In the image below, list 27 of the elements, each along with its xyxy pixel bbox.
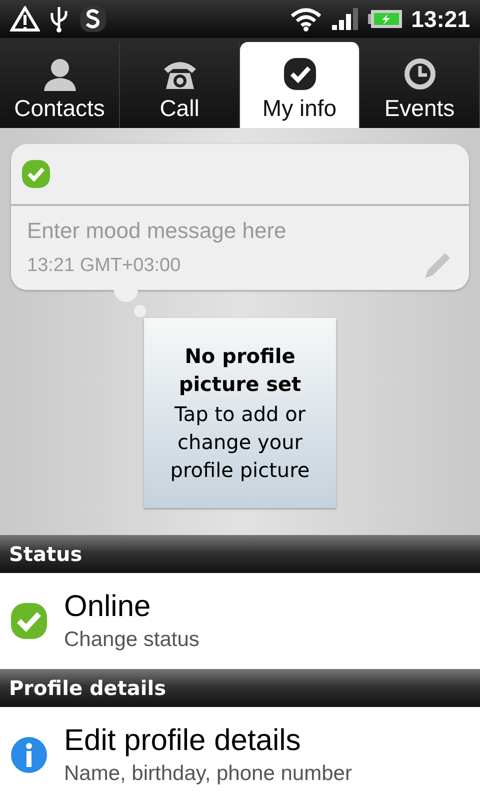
warning-icon: [10, 6, 40, 32]
item-subtitle: Name, birthday, phone number: [64, 762, 352, 786]
online-status-icon: [10, 602, 48, 640]
online-status-icon: [21, 159, 51, 189]
section-header: Status: [0, 535, 480, 573]
item-title: Edit profile details: [64, 724, 302, 758]
list-item[interactable]: Edit profile details Name, birthday, phone number: [0, 707, 480, 800]
picture-title: No profile picture set: [178, 343, 302, 398]
item-subtitle: Change status: [64, 628, 200, 652]
battery-icon: [367, 8, 404, 30]
item-title: Online: [64, 590, 152, 624]
clock: 13:21: [411, 6, 470, 32]
list-item[interactable]: Online Change status: [0, 573, 480, 669]
tab[interactable]: My info: [240, 42, 360, 128]
signal-icon: [331, 7, 360, 31]
timestamp: 13:21 GMT+03:00: [27, 255, 181, 277]
picture-hint: Tap to add or change your profile picture: [169, 401, 311, 484]
person-icon: [42, 57, 78, 91]
skype-icon: [78, 4, 108, 34]
check-icon: [282, 57, 318, 91]
wifi-icon: [289, 6, 324, 32]
profile-picture-placeholder[interactable]: No profile picture set Tap to add or change your profile picture: [144, 318, 336, 508]
clock-icon: [402, 57, 438, 91]
mood-message-field[interactable]: Enter mood message here: [27, 218, 453, 244]
info-icon: [10, 736, 48, 774]
section-header: Profile details: [0, 669, 480, 707]
usb-icon: [48, 5, 70, 33]
